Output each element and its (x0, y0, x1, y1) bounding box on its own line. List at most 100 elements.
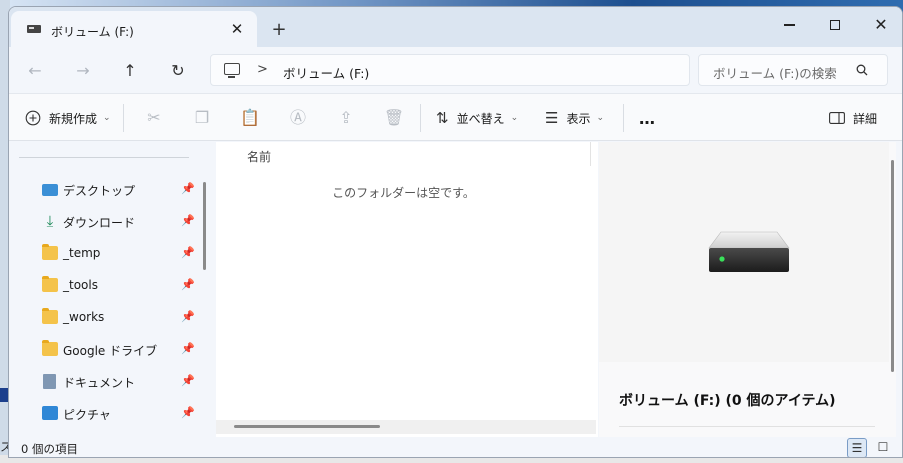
details-divider (619, 426, 875, 427)
toolbar-divider (123, 104, 124, 132)
item-count: 0 個の項目 (21, 442, 78, 456)
view-button-label: 表示 (566, 111, 591, 126)
sidebar-item-downloads[interactable]: ⤓ ダウンロード 📌 (9, 208, 199, 236)
sidebar-item-label: _tools (63, 278, 98, 292)
drive-icon (27, 25, 41, 33)
folder-icon (42, 244, 58, 260)
back-button[interactable]: ← (23, 59, 47, 83)
sidebar-item-desktop[interactable]: デスクトップ 📌 (9, 176, 199, 204)
toolbar-divider (623, 104, 624, 132)
document-icon (43, 374, 56, 389)
pin-icon[interactable]: 📌 (181, 182, 195, 195)
desktop-icon (42, 184, 58, 196)
navigation-bar: ← → ↑ ↻ > ボリューム (F:) ボリューム (F:)の検索 (9, 47, 902, 93)
sidebar-item-documents[interactable]: ドキュメント 📌 (9, 368, 199, 396)
plus-circle-icon (25, 110, 41, 126)
sort-button-label: 並べ替え (456, 111, 505, 126)
sidebar-item-temp[interactable]: _temp 📌 (9, 240, 199, 268)
tab-title: ボリューム (F:) (51, 25, 134, 39)
folder-icon (42, 276, 58, 292)
tab-volume-f[interactable]: ボリューム (F:) ✕ (11, 11, 257, 49)
sort-button[interactable]: ⇅ 並べ替え ⌄ (436, 106, 518, 130)
sidebar-divider (19, 157, 189, 158)
scrollbar-thumb[interactable] (234, 425, 380, 428)
more-options-button[interactable]: … (639, 106, 655, 130)
sidebar-item-works[interactable]: _works 📌 (9, 304, 199, 332)
pin-icon[interactable]: 📌 (181, 246, 195, 259)
large-icons-view-button[interactable]: ☐ (873, 438, 893, 457)
sidebar-item-label: _works (63, 310, 105, 324)
search-icon (856, 64, 868, 76)
chevron-down-icon: ⌄ (510, 113, 519, 123)
new-button-label: 新規作成 (49, 111, 98, 126)
address-bar[interactable]: > ボリューム (F:) (210, 54, 690, 86)
chevron-down-icon: ⌄ (596, 113, 605, 123)
paste-icon[interactable]: 📋 (238, 106, 262, 130)
pin-icon[interactable]: 📌 (181, 374, 195, 387)
breadcrumb-chevron-icon[interactable]: > (257, 62, 268, 77)
this-pc-icon[interactable] (224, 63, 240, 78)
maximize-icon (830, 20, 840, 30)
pin-icon[interactable]: 📌 (181, 342, 195, 355)
sidebar-item-label: ピクチャ (63, 408, 111, 422)
pin-icon[interactable]: 📌 (181, 406, 195, 419)
file-list[interactable]: 名前 このフォルダーは空です。 (216, 142, 598, 437)
delete-icon[interactable]: 🗑 (382, 106, 406, 130)
navigation-pane: デスクトップ 📌 ⤓ ダウンロード 📌 _temp 📌 _tools 📌 _wo… (9, 142, 207, 437)
details-scrollbar[interactable] (891, 160, 894, 372)
horizontal-scrollbar[interactable] (216, 420, 596, 434)
column-divider[interactable] (590, 142, 591, 166)
new-button[interactable]: 新規作成 ⌄ (25, 106, 111, 130)
refresh-button[interactable]: ↻ (166, 59, 190, 83)
sidebar-item-tools[interactable]: _tools 📌 (9, 272, 199, 300)
download-icon: ⤓ (46, 212, 54, 230)
details-view-button[interactable]: ☰ (847, 438, 867, 457)
details-pane: ボリューム (F:) (0 個のアイテム) (599, 142, 896, 437)
rename-icon[interactable]: Ⓐ (286, 106, 310, 130)
minimize-button[interactable] (769, 11, 809, 39)
picture-icon (42, 406, 58, 420)
details-title: ボリューム (F:) (0 個のアイテム) (619, 393, 836, 409)
share-icon[interactable]: ⇪ (334, 106, 358, 130)
search-input[interactable]: ボリューム (F:)の検索 (698, 54, 888, 86)
sidebar-scrollbar[interactable] (203, 182, 206, 270)
sidebar-item-label: ドキュメント (63, 376, 136, 390)
empty-folder-message: このフォルダーは空です。 (332, 186, 475, 200)
forward-button[interactable]: → (71, 59, 95, 83)
new-tab-button[interactable]: + (267, 19, 291, 43)
pin-icon[interactable]: 📌 (181, 278, 195, 291)
view-list-icon: ☰ (545, 109, 559, 127)
column-header-name[interactable]: 名前 (247, 148, 271, 165)
sidebar-item-label: Google ドライブ (63, 344, 158, 358)
toolbar-divider (420, 104, 421, 132)
up-button[interactable]: ↑ (118, 59, 142, 83)
sidebar-item-label: ダウンロード (63, 216, 136, 230)
preview-area (599, 142, 889, 362)
cut-icon[interactable]: ✂ (142, 106, 166, 130)
search-placeholder: ボリューム (F:)の検索 (713, 66, 837, 81)
details-pane-label: 詳細 (853, 111, 878, 126)
pin-icon[interactable]: 📌 (181, 214, 195, 227)
sidebar-item-pictures[interactable]: ピクチャ 📌 (9, 400, 199, 428)
sidebar-item-label: _temp (63, 246, 101, 260)
details-pane-icon (829, 112, 845, 124)
details-pane-button[interactable]: 詳細 (829, 106, 877, 130)
sort-icon: ⇅ (436, 109, 449, 127)
minimize-icon (783, 24, 795, 26)
sidebar-item-google-drive[interactable]: Google ドライブ 📌 (9, 336, 199, 364)
folder-icon (42, 308, 58, 324)
file-explorer-window: ボリューム (F:) ✕ + ✕ ← → ↑ ↻ > ボリューム (F:) ボリ… (8, 6, 903, 458)
sidebar-item-label: デスクトップ (63, 184, 136, 198)
maximize-button[interactable] (815, 11, 855, 39)
chevron-down-icon: ⌄ (103, 113, 111, 123)
breadcrumb-volume-f[interactable]: ボリューム (F:) (283, 63, 369, 82)
tab-close-button[interactable]: ✕ (227, 19, 247, 39)
copy-icon[interactable]: ❐ (190, 106, 214, 130)
command-bar: 新規作成 ⌄ ✂ ❐ 📋 Ⓐ ⇪ 🗑 ⇅ 並べ替え ⌄ ☰ 表示 ⌄ … 詳細 (9, 93, 902, 141)
status-bar: 0 個の項目 ☰ ☐ (9, 437, 902, 457)
drive-icon (708, 231, 790, 272)
folder-icon (42, 340, 58, 356)
pin-icon[interactable]: 📌 (181, 310, 195, 323)
close-button[interactable]: ✕ (861, 11, 901, 39)
view-button[interactable]: ☰ 表示 ⌄ (545, 106, 604, 130)
